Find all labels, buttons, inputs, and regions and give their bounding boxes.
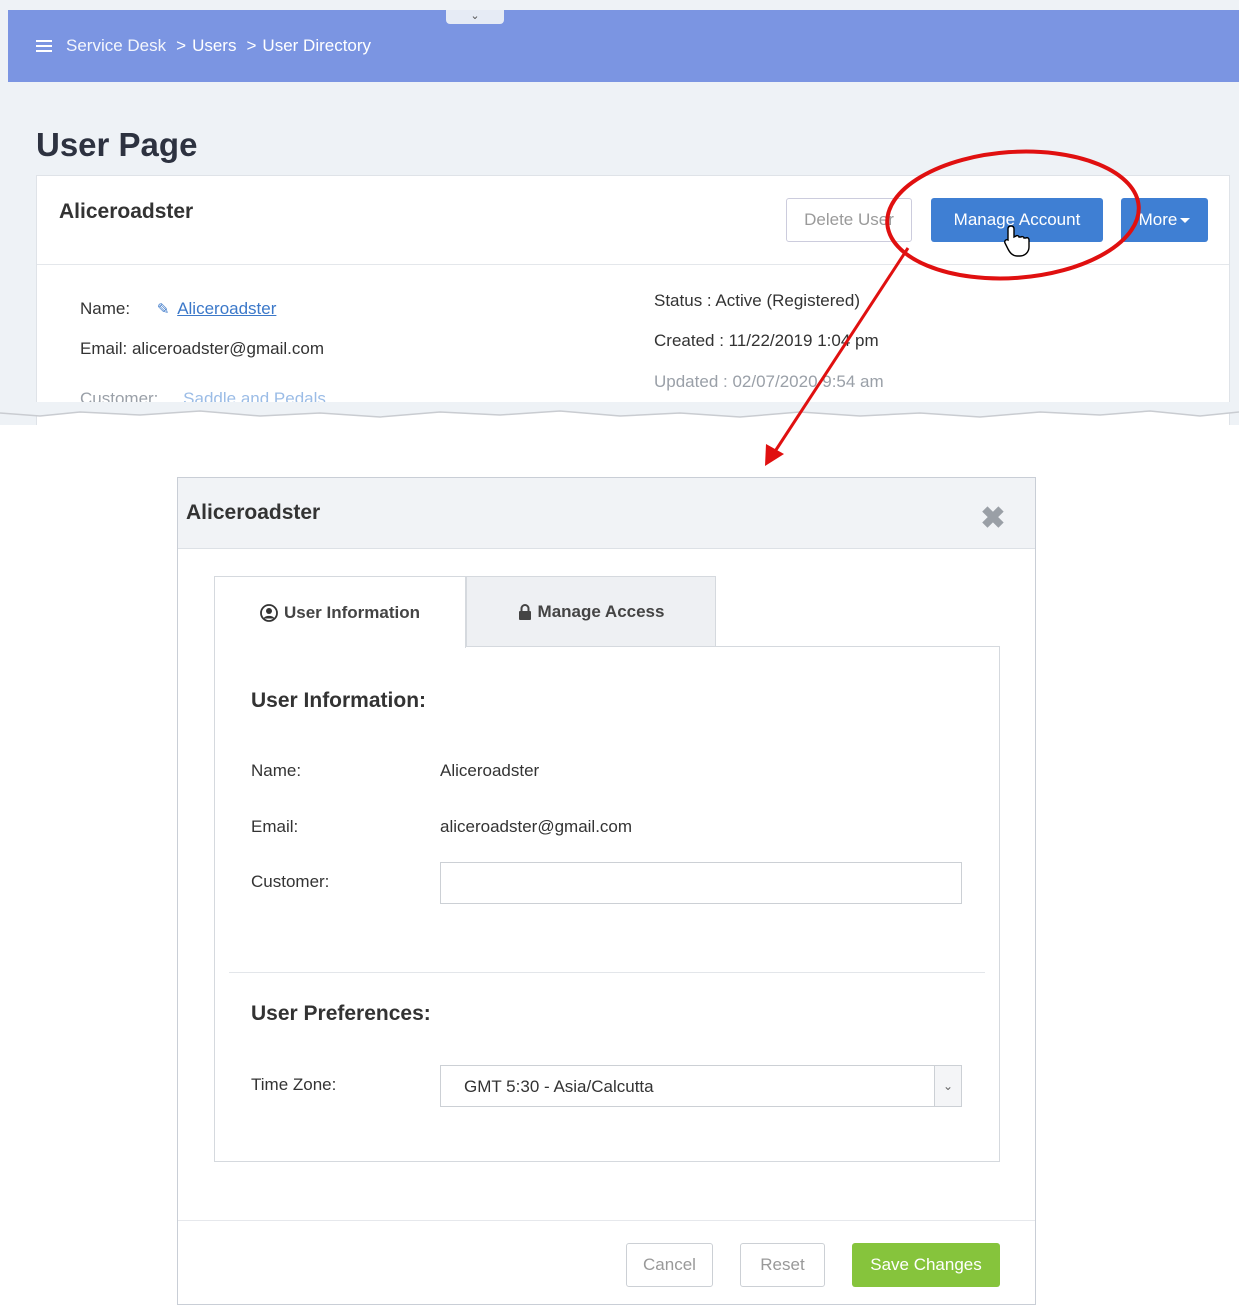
section-divider <box>229 972 985 973</box>
reset-button[interactable]: Reset <box>740 1243 825 1287</box>
updated-text: Updated : 02/07/2020 9:54 am <box>654 372 884 391</box>
tab-user-information[interactable]: User Information <box>214 576 466 648</box>
breadcrumb-separator: > <box>246 36 257 55</box>
cancel-button[interactable]: Cancel <box>626 1243 713 1287</box>
hamburger-menu-icon[interactable] <box>36 40 52 52</box>
save-changes-button[interactable]: Save Changes <box>852 1243 1000 1287</box>
user-preferences-heading: User Preferences: <box>251 1002 431 1025</box>
created-text: Created : 11/22/2019 1:04 pm <box>654 331 879 350</box>
status-text: Status : Active (Registered) <box>654 291 860 310</box>
name-label: Name: <box>80 299 131 318</box>
timezone-label: Time Zone: <box>251 1075 337 1094</box>
manage-account-dialog: Aliceroadster ✖ User Information Manage … <box>177 477 1036 1305</box>
breadcrumb-service-desk[interactable]: Service Desk <box>66 36 166 56</box>
dialog-title: Aliceroadster <box>186 501 321 524</box>
breadcrumb-separator: > <box>176 36 187 55</box>
name-label: Name: <box>251 761 302 780</box>
dialog-header: Aliceroadster ✖ <box>178 478 1035 549</box>
timezone-select[interactable]: GMT 5:30 - Asia/Calcutta ⌄ <box>440 1065 962 1107</box>
timezone-value: GMT 5:30 - Asia/Calcutta <box>464 1077 654 1096</box>
email-text: Email: aliceroadster@gmail.com <box>80 339 325 358</box>
chevron-down-icon[interactable]: ⌄ <box>934 1066 961 1106</box>
user-information-heading: User Information: <box>251 689 427 712</box>
user-card-header: Aliceroadster Delete User Manage Account… <box>37 176 1229 265</box>
page-title: User Page <box>36 126 198 163</box>
manage-account-button[interactable]: Manage Account <box>931 198 1103 242</box>
user-circle-icon <box>260 603 278 622</box>
customer-label: Customer: <box>251 872 330 891</box>
annotation-arrow-head <box>765 444 784 466</box>
edit-icon[interactable]: ✎ <box>157 300 170 318</box>
tab-label: User Information <box>283 602 421 622</box>
dialog-footer-divider <box>178 1220 1035 1221</box>
collapse-toggle[interactable]: ⌄ <box>446 10 504 24</box>
user-page-screenshot: ⌄ Service Desk > Users > User Directory … <box>0 0 1239 425</box>
caret-down-icon <box>1180 217 1191 223</box>
delete-user-button[interactable]: Delete User <box>786 198 912 242</box>
name-row: Name: ✎ Aliceroadster <box>80 299 276 319</box>
customer-input[interactable] <box>440 862 962 904</box>
name-value: Aliceroadster <box>440 761 540 780</box>
breadcrumb-user-directory[interactable]: User Directory <box>262 36 371 56</box>
card-username: Aliceroadster <box>59 200 194 223</box>
tab-manage-access[interactable]: Manage Access <box>466 576 716 648</box>
email-label: Email: <box>251 817 299 836</box>
user-information-panel: User Information: Name: Aliceroadster Em… <box>214 646 1000 1162</box>
breadcrumb: Service Desk > Users > User Directory <box>36 36 371 56</box>
more-dropdown-button[interactable]: More <box>1121 198 1208 242</box>
breadcrumb-users[interactable]: Users <box>192 36 236 56</box>
tab-label: Manage Access <box>537 602 665 621</box>
close-icon[interactable]: ✖ <box>978 504 1008 534</box>
top-navigation-bar: ⌄ Service Desk > Users > User Directory <box>8 10 1239 82</box>
more-label: More <box>1138 210 1178 229</box>
torn-edge-divider <box>0 402 1239 418</box>
lock-icon <box>518 604 532 620</box>
name-link[interactable]: Aliceroadster <box>177 299 276 318</box>
email-value: aliceroadster@gmail.com <box>440 817 633 836</box>
user-card: Aliceroadster Delete User Manage Account… <box>36 175 1230 425</box>
